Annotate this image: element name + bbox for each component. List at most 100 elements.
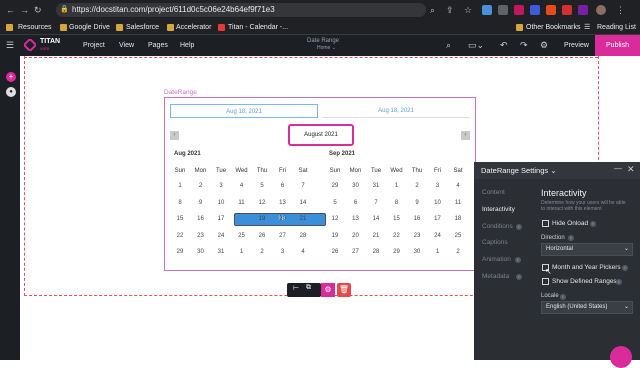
day-cell[interactable]: 16 bbox=[193, 213, 209, 226]
hide-onload-checkbox[interactable] bbox=[542, 220, 549, 227]
day-cell[interactable]: 31 bbox=[368, 180, 384, 193]
day-cell[interactable]: 4 bbox=[295, 246, 311, 259]
day-cell[interactable]: 26 bbox=[327, 246, 343, 259]
day-cell[interactable]: 24 bbox=[213, 230, 229, 243]
month-picker-button[interactable]: August 2021 bbox=[288, 124, 354, 146]
day-cell[interactable]: 10 bbox=[430, 197, 446, 210]
device-icon[interactable]: ▭⌄ bbox=[468, 35, 484, 56]
prev-month-button[interactable]: ‹ bbox=[170, 131, 179, 140]
open-external-icon[interactable]: ⧉ bbox=[306, 284, 311, 292]
day-cell[interactable]: 3 bbox=[430, 180, 446, 193]
tab-animation[interactable]: Animation bbox=[482, 256, 511, 263]
menu-project[interactable]: Project bbox=[83, 35, 105, 56]
kebab-menu-icon[interactable]: ⋮ bbox=[616, 5, 625, 15]
day-cell[interactable]: 13 bbox=[275, 197, 291, 210]
share-icon[interactable]: ⇪ bbox=[446, 5, 454, 15]
extension-icon[interactable] bbox=[514, 5, 524, 15]
bookmark-item[interactable]: Accelerator bbox=[176, 21, 211, 34]
day-cell[interactable]: 24 bbox=[430, 230, 446, 243]
extension-icon[interactable] bbox=[498, 5, 508, 15]
day-cell[interactable]: 23 bbox=[409, 230, 425, 243]
day-cell[interactable]: 21 bbox=[295, 213, 311, 226]
reading-list-icon[interactable]: ☰ bbox=[584, 21, 590, 34]
element-settings-button[interactable]: ⚙ bbox=[321, 283, 335, 297]
page-selector[interactable]: Home ⌄ bbox=[317, 45, 336, 51]
day-cell[interactable]: 28 bbox=[295, 230, 311, 243]
day-cell[interactable]: 11 bbox=[450, 197, 466, 210]
tab-captions[interactable]: Captions bbox=[482, 239, 508, 246]
day-cell[interactable]: 17 bbox=[213, 213, 229, 226]
day-cell[interactable]: 30 bbox=[193, 246, 209, 259]
day-cell[interactable]: 9 bbox=[193, 197, 209, 210]
extension-icon[interactable] bbox=[530, 5, 540, 15]
day-cell[interactable]: 28 bbox=[368, 246, 384, 259]
day-cell[interactable]: 14 bbox=[368, 213, 384, 226]
day-cell[interactable]: 7 bbox=[295, 180, 311, 193]
day-cell[interactable]: 15 bbox=[172, 213, 188, 226]
day-cell[interactable]: 2 bbox=[193, 180, 209, 193]
undo-icon[interactable]: ↶ bbox=[500, 35, 508, 56]
day-cell[interactable]: 11 bbox=[234, 197, 250, 210]
day-cell[interactable]: 20 bbox=[348, 230, 364, 243]
day-cell[interactable]: 29 bbox=[389, 246, 405, 259]
day-cell[interactable]: 31 bbox=[213, 246, 229, 259]
day-cell[interactable]: 19 bbox=[327, 230, 343, 243]
day-cell[interactable]: 6 bbox=[275, 180, 291, 193]
forward-icon[interactable]: → bbox=[20, 5, 29, 15]
day-cell[interactable]: 19 bbox=[254, 213, 270, 226]
close-icon[interactable]: ✕ bbox=[627, 164, 635, 175]
other-bookmarks[interactable]: Other Bookmarks bbox=[526, 21, 580, 34]
day-cell[interactable]: 20 bbox=[275, 213, 291, 226]
extension-icon[interactable] bbox=[578, 5, 588, 15]
day-cell[interactable]: 12 bbox=[327, 213, 343, 226]
bookmark-item[interactable]: Salesforce bbox=[126, 21, 159, 34]
day-cell[interactable]: 7 bbox=[368, 197, 384, 210]
settings-title[interactable]: DateRange Settings ⌄ bbox=[481, 166, 557, 175]
day-cell[interactable]: 6 bbox=[348, 197, 364, 210]
star-icon[interactable]: ☆ bbox=[464, 5, 472, 15]
hamburger-icon[interactable]: ☰ bbox=[6, 35, 14, 56]
align-icon[interactable]: ⊢ bbox=[293, 284, 299, 292]
add-element-button[interactable]: + bbox=[6, 72, 16, 82]
day-cell[interactable]: 4 bbox=[234, 180, 250, 193]
day-cell[interactable]: 2 bbox=[450, 246, 466, 259]
bookmark-item[interactable]: Google Drive bbox=[69, 21, 110, 34]
day-cell[interactable]: 26 bbox=[254, 230, 270, 243]
search-icon[interactable]: ⌕ bbox=[446, 35, 451, 56]
day-cell[interactable]: 12 bbox=[254, 197, 270, 210]
day-cell[interactable]: 8 bbox=[172, 197, 188, 210]
day-cell[interactable]: 29 bbox=[327, 180, 343, 193]
day-cell[interactable]: 30 bbox=[409, 246, 425, 259]
day-cell[interactable]: 22 bbox=[389, 230, 405, 243]
day-cell[interactable]: 8 bbox=[389, 197, 405, 210]
day-cell[interactable]: 18 bbox=[450, 213, 466, 226]
day-cell[interactable]: 1 bbox=[234, 246, 250, 259]
day-cell[interactable]: 1 bbox=[430, 246, 446, 259]
tab-interactivity[interactable]: Interactivity bbox=[482, 206, 515, 213]
day-cell[interactable]: 3 bbox=[275, 246, 291, 259]
bookmark-item[interactable]: Titan - Calendar -... bbox=[228, 21, 288, 34]
day-cell[interactable]: 1 bbox=[389, 180, 405, 193]
day-cell[interactable]: 29 bbox=[172, 246, 188, 259]
tab-metadata[interactable]: Metadata bbox=[482, 273, 509, 280]
publish-button[interactable]: Publish bbox=[595, 35, 640, 56]
day-cell[interactable]: 25 bbox=[450, 230, 466, 243]
day-cell[interactable]: 23 bbox=[193, 230, 209, 243]
url-text[interactable]: https://docstitan.com/project/611d0c5c06… bbox=[72, 3, 275, 17]
tab-conditions[interactable]: Conditions bbox=[482, 223, 513, 230]
day-cell[interactable]: 1 bbox=[172, 180, 188, 193]
day-cell[interactable]: 22 bbox=[172, 230, 188, 243]
reload-icon[interactable]: ↻ bbox=[34, 5, 42, 15]
delete-element-button[interactable]: 🗑 bbox=[337, 283, 351, 297]
menu-view[interactable]: View bbox=[119, 35, 134, 56]
tab-content[interactable]: Content bbox=[482, 189, 505, 196]
day-cell[interactable]: 9 bbox=[409, 197, 425, 210]
day-cell[interactable]: 5 bbox=[254, 180, 270, 193]
menu-pages[interactable]: Pages bbox=[148, 35, 168, 56]
extension-icon[interactable] bbox=[482, 5, 492, 15]
extension-icon[interactable] bbox=[562, 5, 572, 15]
settings-icon[interactable]: ⚙ bbox=[540, 35, 548, 56]
avatar[interactable] bbox=[596, 5, 606, 15]
day-cell[interactable]: 27 bbox=[275, 230, 291, 243]
day-cell[interactable]: 17 bbox=[430, 213, 446, 226]
